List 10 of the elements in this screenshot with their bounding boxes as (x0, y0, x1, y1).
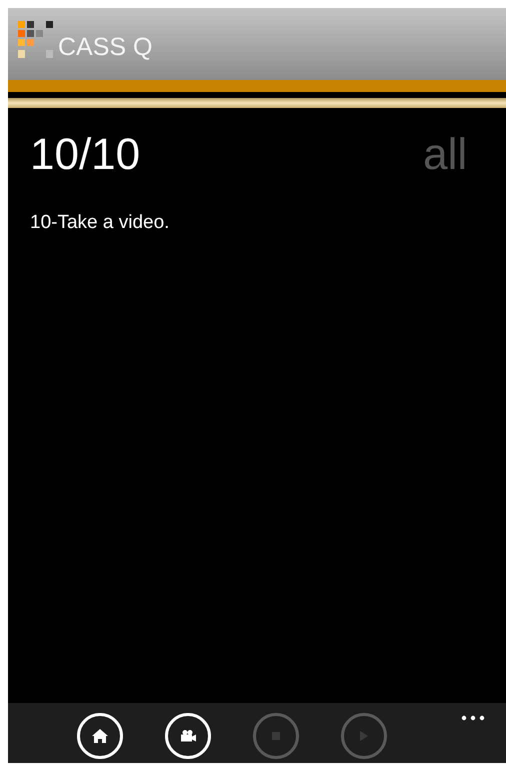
video-button[interactable] (165, 713, 211, 759)
video-camera-icon (180, 730, 196, 742)
stop-icon (272, 732, 280, 740)
question-text: 10-Take a video. (30, 212, 170, 234)
home-button[interactable] (77, 713, 123, 759)
app-title: CASS Q (58, 32, 152, 62)
home-icon (92, 729, 108, 743)
more-icon[interactable] (461, 715, 485, 721)
play-icon (360, 731, 368, 741)
pivot-tab[interactable]: 10/10 (30, 130, 140, 180)
